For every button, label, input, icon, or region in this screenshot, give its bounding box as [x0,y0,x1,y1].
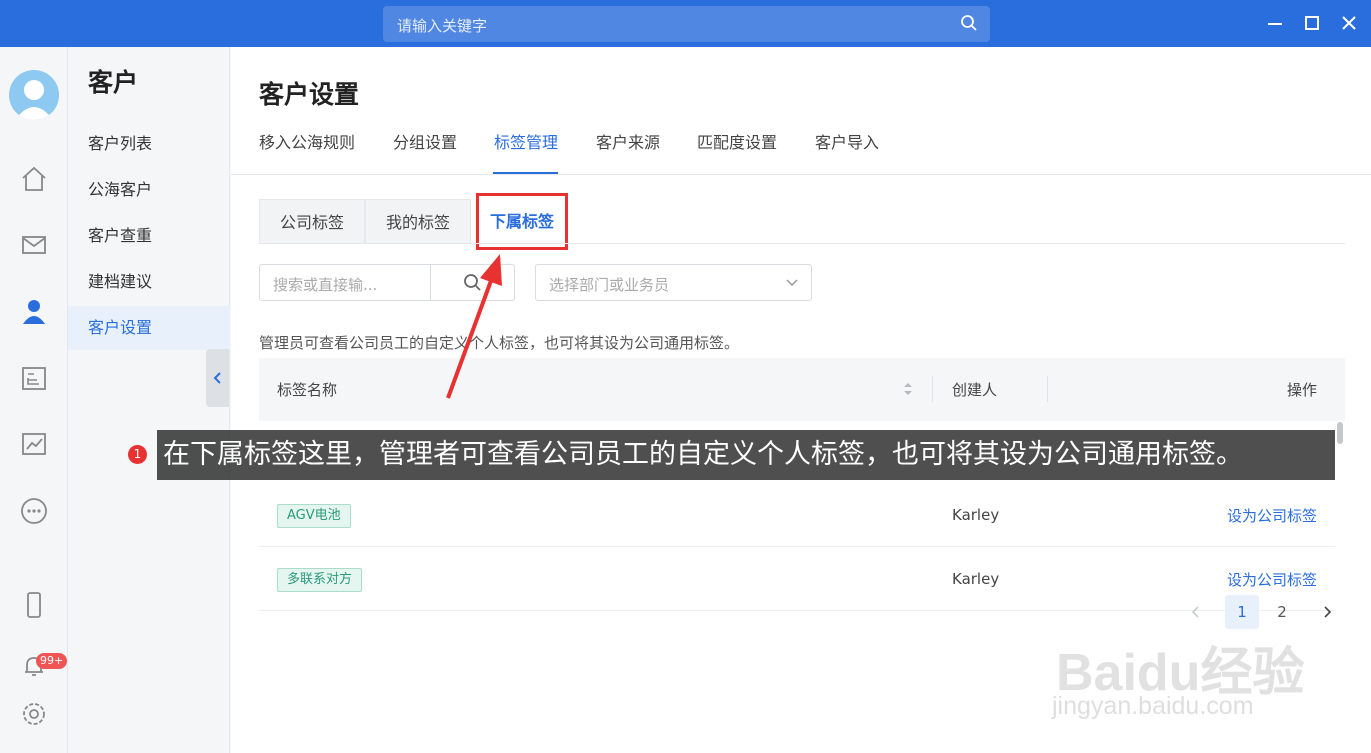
set-company-tag-link[interactable]: 设为公司标签 [1227,505,1317,526]
tag-chip: 多联系对方 [277,568,363,592]
close-icon[interactable] [1338,12,1360,34]
department-select[interactable]: 选择部门或业务员 [535,264,812,301]
subtab-divider [259,243,1345,244]
more-icon[interactable] [19,496,49,526]
tutorial-caption: 在下属标签这里，管理者可查看公司员工的自定义个人标签，也可将其设为公司通用标签。 [157,430,1335,480]
title-bar: 请输入关键字 [0,0,1371,47]
collapse-sidebar-button[interactable] [206,349,229,407]
set-company-tag-link[interactable]: 设为公司标签 [1227,569,1317,590]
subtab-my-tags[interactable]: 我的标签 [365,199,472,244]
subtab-company-tags[interactable]: 公司标签 [259,199,366,244]
table-header: 标签名称 创建人 操作 [259,358,1345,421]
department-select-placeholder: 选择部门或业务员 [549,276,670,294]
tab-public-pool-rules[interactable]: 移入公海规则 [259,129,355,153]
chevron-left-icon [213,372,221,384]
baidu-watermark: Baidu经验 jingyan.baidu.com [1048,610,1308,730]
tab-group-settings[interactable]: 分组设置 [393,129,457,153]
mobile-icon[interactable] [19,590,49,620]
table-row: 多联系对方 Karley 设为公司标签 [259,548,1335,611]
tab-customer-source[interactable]: 客户来源 [596,129,660,153]
avatar-person-icon [15,80,53,120]
subtab-subordinate-tags[interactable]: 下属标签 [476,193,569,250]
tabs-divider [231,174,1371,175]
home-icon[interactable] [19,164,49,194]
customer-icon[interactable] [19,296,49,326]
search-icon[interactable] [960,14,978,32]
minimize-icon[interactable] [1264,12,1286,34]
step-number-badge: 1 [128,445,147,464]
icon-rail: 99+ [0,47,68,753]
submenu-title: 客户 [88,68,139,97]
submenu-item-customer-settings[interactable]: 客户设置 [68,306,230,350]
page-title: 客户设置 [259,80,360,109]
annotation-arrow-icon [446,254,502,399]
column-header-creator: 创建人 [952,381,998,399]
tag-chip: AGV电池 [277,504,351,528]
global-search-input[interactable]: 请输入关键字 [383,6,990,42]
chart-icon[interactable] [19,429,49,459]
notification-badge: 99+ [36,653,68,669]
column-header-tag-name: 标签名称 [277,381,338,399]
settings-gear-icon[interactable] [19,699,49,729]
organization-icon[interactable] [19,363,49,393]
customer-submenu: 客户 客户列表 公海客户 客户查重 建档建议 客户设置 [68,47,230,753]
tag-search-placeholder: 搜索或直接输... [273,276,378,294]
tab-customer-import[interactable]: 客户导入 [815,129,879,153]
column-header-action: 操作 [1286,381,1317,399]
avatar[interactable] [9,70,59,120]
sort-icon[interactable] [902,381,914,397]
creator-cell: Karley [952,570,1000,588]
global-search-placeholder: 请输入关键字 [397,17,488,35]
submenu-item-duplicate-check[interactable]: 客户查重 [68,214,230,258]
maximize-icon[interactable] [1301,12,1323,34]
table-scrollbar[interactable] [1337,422,1343,444]
column-separator [1047,376,1048,402]
table-row: AGV电池 Karley 设为公司标签 [259,484,1335,547]
chevron-down-icon [786,279,798,287]
submenu-item-filing-suggestions[interactable]: 建档建议 [68,260,230,304]
creator-cell: Karley [952,506,1000,524]
submenu-item-customer-list[interactable]: 客户列表 [68,122,230,166]
tab-tag-management[interactable]: 标签管理 [494,129,558,153]
column-separator [932,376,933,402]
watermark-url: jingyan.baidu.com [1052,692,1254,720]
tab-match-settings[interactable]: 匹配度设置 [697,129,777,153]
mail-icon[interactable] [19,230,49,260]
chevron-right-icon[interactable] [1320,603,1334,621]
submenu-item-public-customers[interactable]: 公海客户 [68,168,230,212]
